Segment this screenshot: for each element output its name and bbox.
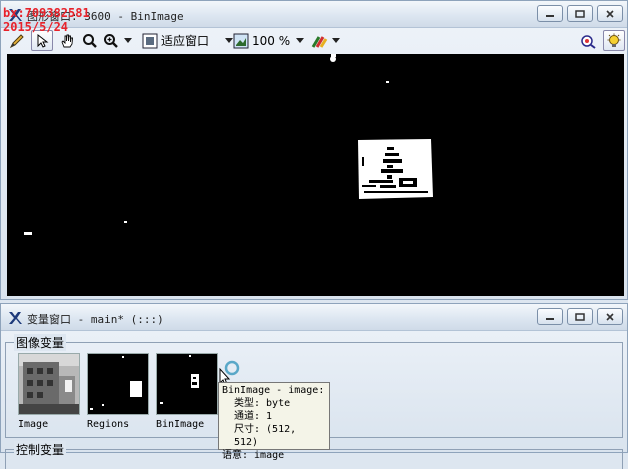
regions-picture: [88, 354, 148, 414]
zoom-icon: [103, 33, 118, 48]
variables-window-titlebar[interactable]: 变量窗口 - main* (:::): [1, 304, 627, 331]
pointer-icon: [37, 33, 49, 48]
minimize-icon: [546, 317, 554, 320]
fit-window-icon: [142, 33, 158, 48]
grayscale-building-picture: [19, 354, 79, 414]
minimize-button[interactable]: [537, 5, 563, 22]
thumbnail-label: Image: [18, 419, 49, 430]
close-icon: [606, 312, 614, 321]
graphics-window-titlebar[interactable]: 图形窗口: 3600 - BinImage: [1, 1, 627, 28]
maximize-icon: [575, 312, 585, 321]
graphics-toolbar: 适应窗口 100 %: [4, 28, 625, 53]
watermark-line-2: 2015/5/24: [3, 20, 69, 34]
zoom-level-dropdown[interactable]: 100 %: [233, 31, 308, 50]
watermark: bx:709382581 2015/5/24: [3, 6, 90, 34]
variable-thumbnail-image[interactable]: Image: [18, 353, 80, 430]
thumbnail-regions: [87, 353, 149, 415]
variables-window-title: 变量窗口 - main* (:::): [27, 313, 164, 326]
tooltip-header: BinImage - image:: [222, 385, 325, 396]
magnifier-icon: [83, 33, 97, 48]
tooltip-semantics: 语意: image: [222, 450, 285, 461]
zoom-dropdown-button[interactable]: [102, 30, 132, 51]
minimize-button[interactable]: [537, 308, 563, 325]
chevron-down-icon: [225, 38, 233, 43]
fit-window-label: 适应窗口: [161, 34, 210, 48]
lightbulb-icon: [607, 33, 621, 47]
close-button[interactable]: [597, 308, 623, 325]
maximize-button[interactable]: [567, 308, 593, 325]
inspect-icon: [581, 34, 596, 49]
graphics-window-controls: [537, 5, 623, 22]
fit-window-dropdown[interactable]: 适应窗口: [142, 31, 237, 50]
close-button[interactable]: [597, 5, 623, 22]
thumbnail-label: Regions: [87, 419, 130, 430]
image-canvas[interactable]: [7, 54, 624, 296]
pencil-icon: [9, 33, 24, 48]
chevron-down-icon: [332, 38, 340, 43]
variable-thumbnail-binimage[interactable]: BinImage: [156, 353, 218, 430]
binary-image-display: [7, 54, 624, 296]
binimage-picture: [157, 354, 217, 414]
minimize-icon: [546, 14, 554, 17]
lightbulb-button[interactable]: [603, 30, 625, 51]
variable-tooltip: BinImage - image: 类型: byte 通道: 1 尺寸: (51…: [218, 382, 330, 461]
control-variables-label: 控制变量: [14, 441, 67, 458]
close-icon: [606, 9, 614, 18]
variables-window-controls: [537, 308, 623, 325]
thumbnail-label: BinImage: [156, 419, 205, 430]
color-dropdown[interactable]: [310, 31, 344, 50]
watermark-line-1: bx:709382581: [3, 6, 90, 20]
chevron-down-icon: [296, 38, 304, 43]
halcon-logo-icon: [9, 312, 22, 324]
hand-icon: [61, 34, 73, 47]
tooltip-type: 类型: byte: [234, 398, 291, 409]
maximize-button[interactable]: [567, 5, 593, 22]
image-zoom-icon: [233, 33, 249, 48]
inspect-button[interactable]: [577, 30, 599, 51]
graphics-window: 图形窗口: 3600 - BinImage 适应窗口 100 %: [0, 0, 628, 300]
color-palette-icon: [311, 35, 328, 48]
variable-thumbnail-regions[interactable]: Regions: [87, 353, 149, 430]
chevron-down-icon: [123, 38, 132, 43]
maximize-icon: [575, 9, 585, 18]
thumbnail-binimage: [156, 353, 218, 415]
zoom-level-label: 100 %: [252, 33, 291, 48]
thumbnail-image: [18, 353, 80, 415]
tooltip-size: 尺寸: (512, 512): [234, 424, 297, 448]
image-variables-label: 图像变量: [14, 334, 67, 351]
tooltip-channels: 通道: 1: [234, 411, 273, 422]
